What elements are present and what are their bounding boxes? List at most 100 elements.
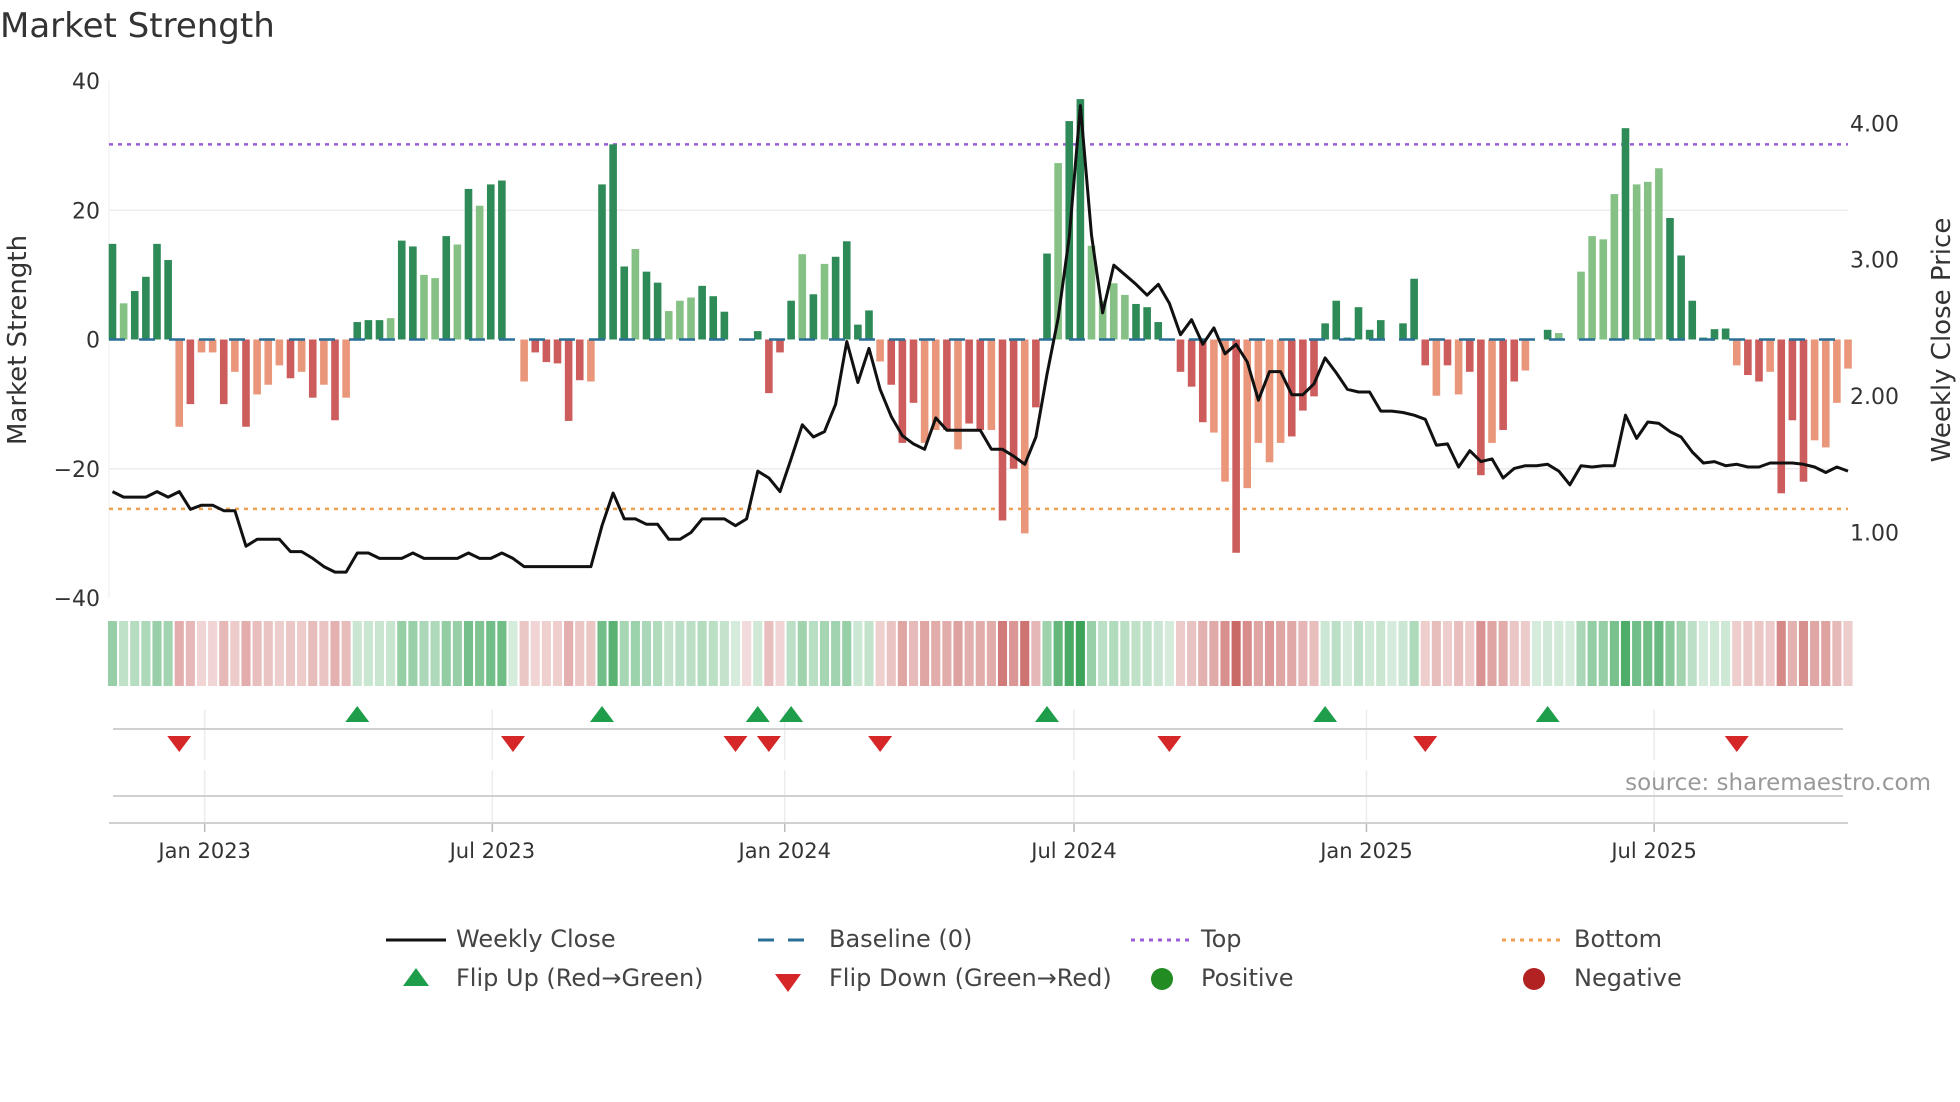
heat-strip-cell	[141, 621, 151, 686]
strength-bar	[1666, 218, 1674, 340]
strength-bar	[1488, 339, 1496, 443]
strength-bar	[409, 246, 417, 340]
strength-bar	[664, 311, 673, 340]
strength-bar	[1610, 194, 1619, 340]
strength-bar	[1443, 339, 1452, 366]
heat-strip-cell	[241, 621, 251, 686]
heat-strip-cell	[508, 621, 518, 686]
heat-strip-cell	[1520, 621, 1530, 686]
x-tick-label: Jul 2024	[1029, 839, 1116, 863]
heat-strip-cell	[1810, 621, 1820, 686]
strength-bar	[1655, 168, 1663, 340]
strength-bar	[153, 243, 161, 340]
heat-strip-cell	[1609, 621, 1619, 686]
strength-bar	[798, 254, 807, 340]
heat-strip-cell	[308, 621, 318, 686]
strength-bar	[553, 339, 562, 364]
heat-strip-cell	[1142, 621, 1152, 686]
strength-bar	[1732, 339, 1741, 366]
strength-bar	[453, 244, 462, 340]
heat-strip-cell	[1387, 621, 1397, 686]
heat-strip-cell	[1331, 621, 1341, 686]
flip-down-marker	[868, 736, 893, 752]
heat-strip-cell	[886, 621, 896, 686]
strength-bar	[498, 180, 506, 340]
strength-bar	[219, 339, 228, 405]
strength-bar	[753, 331, 762, 340]
strength-bar	[1643, 181, 1652, 340]
heat-strip-cell	[185, 621, 195, 686]
strength-bar	[308, 339, 317, 398]
legend-bottom: Bottom	[1574, 925, 1663, 953]
heat-strip-cell	[786, 621, 796, 686]
heat-strip-cell	[942, 621, 952, 686]
legend-positive: Positive	[1201, 964, 1294, 992]
strength-bar	[820, 263, 829, 340]
heat-strip-cell	[1498, 621, 1508, 686]
heat-strip-cell	[452, 621, 462, 686]
strength-bar	[687, 297, 695, 340]
strength-bar	[475, 205, 484, 340]
heat-strip-cell	[908, 621, 919, 686]
heat-strip-cell	[1120, 621, 1130, 686]
strength-bar	[364, 320, 373, 340]
heat-strip-cell	[486, 621, 496, 686]
heat-strip-cell	[1398, 621, 1408, 686]
heat-strip-cell	[341, 621, 351, 686]
heat-strip-cell	[1576, 621, 1586, 686]
strength-bar	[854, 324, 862, 340]
strength-bar	[587, 339, 595, 382]
strength-bar	[353, 322, 362, 340]
strength-bar	[1410, 278, 1418, 340]
heat-strip-cell	[519, 621, 529, 686]
strength-bar	[197, 339, 206, 353]
y2-tick-label: 2.00	[1850, 385, 1899, 410]
strength-bar	[1688, 300, 1697, 340]
heat-strip-cell	[441, 621, 451, 686]
heat-strip-cell	[564, 621, 574, 686]
flip-up-marker	[590, 706, 614, 722]
strength-bar	[598, 184, 606, 340]
heat-strip-cell	[831, 621, 841, 686]
heat-strip-cell	[575, 621, 585, 686]
heat-strip-cell	[497, 621, 507, 686]
heat-strip-cell	[1843, 621, 1853, 686]
flip-down-marker	[723, 736, 748, 752]
heat-strip-cell	[541, 621, 551, 686]
strength-bar	[720, 311, 729, 340]
strength-bar	[1376, 320, 1385, 340]
heat-strip-cell	[397, 621, 407, 686]
flip-down-marker	[501, 736, 525, 752]
strength-bar	[809, 294, 818, 340]
strength-bar	[1677, 255, 1685, 340]
strength-bar	[119, 303, 128, 340]
heat-strip-cell	[386, 621, 396, 686]
heat-strip-cell	[1131, 621, 1141, 686]
x-tick-label: Jan 2023	[156, 839, 251, 863]
heat-strip-cell	[174, 621, 184, 686]
heat-strip-cell	[1320, 621, 1330, 686]
strength-bar	[1632, 184, 1641, 340]
y-tick-label: 0	[86, 329, 100, 354]
heat-strip-cell	[986, 621, 996, 686]
legend-weekly-close: Weekly Close	[456, 925, 616, 953]
heat-strip-cell	[1175, 621, 1186, 686]
chart: 40 20 0 −20 −40 4.00 3.00 2.00 1.00 Market Streng…	[3, 70, 1957, 863]
heat-strip-cell	[475, 621, 485, 686]
heat-strip-cell	[1442, 621, 1453, 686]
strength-bar	[698, 285, 706, 340]
legend-baseline-icon	[758, 938, 818, 942]
strength-bar	[709, 296, 718, 340]
strength-bar	[1577, 271, 1585, 340]
strength-bar	[175, 339, 184, 427]
heat-strip-cell	[1198, 621, 1208, 686]
heat-strip-cell	[1365, 621, 1375, 686]
heat-strip-cell	[274, 621, 284, 686]
strength-bar	[297, 339, 306, 372]
heat-strip-cell	[530, 621, 540, 686]
heat-strip-cell	[775, 621, 785, 686]
flip-down-marker	[756, 736, 781, 752]
heat-strip-cell	[1832, 621, 1842, 686]
heat-strip-cell	[1064, 621, 1074, 686]
strength-bar	[987, 339, 996, 430]
